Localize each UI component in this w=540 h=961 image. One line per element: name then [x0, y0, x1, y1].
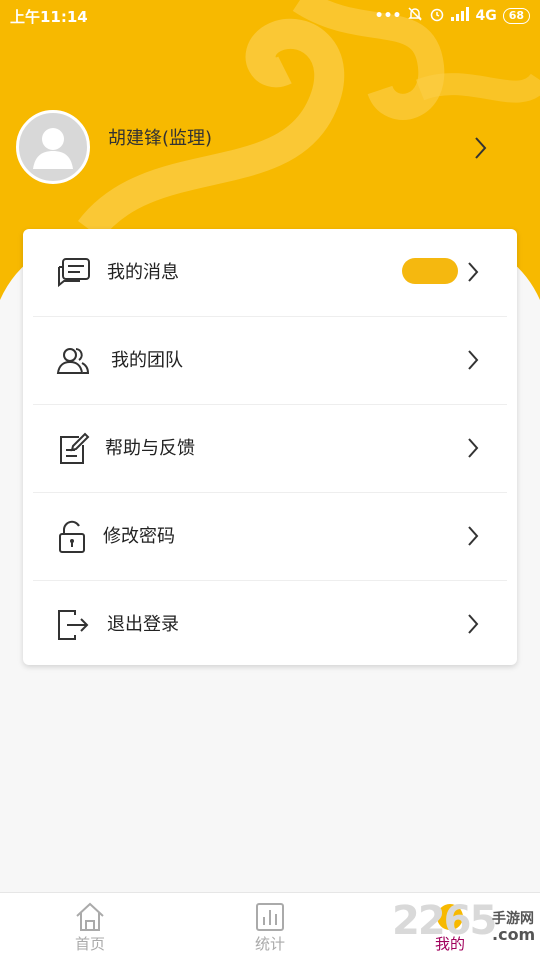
team-icon — [55, 343, 91, 379]
network-type: 4G — [475, 8, 497, 24]
menu-item-change-password[interactable]: 修改密码 — [23, 493, 517, 581]
tab-label: 统计 — [254, 935, 285, 953]
status-icons: ••• 4G 68 — [375, 6, 530, 26]
home-icon — [74, 901, 106, 937]
menu-label: 修改密码 — [103, 526, 175, 547]
chevron-right-icon — [466, 525, 480, 551]
feedback-icon — [55, 431, 91, 467]
watermark-logo: 2265 — [392, 898, 497, 944]
chevron-right-icon — [466, 261, 480, 287]
menu-label: 退出登录 — [107, 614, 179, 635]
menu-item-team[interactable]: 我的团队 — [23, 317, 517, 405]
tab-label: 首页 — [74, 935, 105, 953]
chevron-right-icon[interactable] — [473, 136, 487, 164]
menu-item-help-feedback[interactable]: 帮助与反馈 — [23, 405, 517, 493]
menu-label: 我的消息 — [107, 262, 179, 283]
status-bar: 上午11:14 ••• 4G 68 — [0, 0, 540, 32]
menu-item-logout[interactable]: 退出登录 — [23, 581, 517, 669]
lock-icon — [55, 519, 91, 555]
tab-stats[interactable]: 统计 — [210, 893, 330, 961]
status-time: 上午11:14 — [10, 8, 88, 26]
battery-indicator: 68 — [502, 8, 530, 24]
alarm-icon — [429, 6, 445, 26]
mute-icon — [407, 6, 423, 26]
menu-label: 帮助与反馈 — [105, 438, 195, 459]
menu-label: 我的团队 — [111, 350, 183, 371]
menu-card: 我的消息 我的团队 帮助与反馈 修改密码 退出登录 — [23, 229, 517, 665]
message-icon — [55, 255, 91, 291]
chevron-right-icon — [466, 437, 480, 463]
tab-home[interactable]: 首页 — [30, 893, 150, 961]
logout-icon — [55, 607, 91, 643]
stats-icon — [254, 901, 286, 937]
menu-item-messages[interactable]: 我的消息 — [23, 229, 517, 317]
watermark-domain: .com — [492, 925, 536, 944]
avatar[interactable] — [16, 110, 90, 184]
user-avatar-icon — [33, 128, 73, 169]
profile-header[interactable]: 胡建锋(监理) — [0, 100, 540, 195]
chevron-right-icon — [466, 349, 480, 375]
chevron-right-icon — [466, 613, 480, 639]
unread-badge — [402, 258, 458, 284]
signal-icon — [451, 7, 470, 25]
profile-name: 胡建锋(监理) — [108, 128, 213, 149]
more-dots-icon: ••• — [374, 8, 402, 24]
